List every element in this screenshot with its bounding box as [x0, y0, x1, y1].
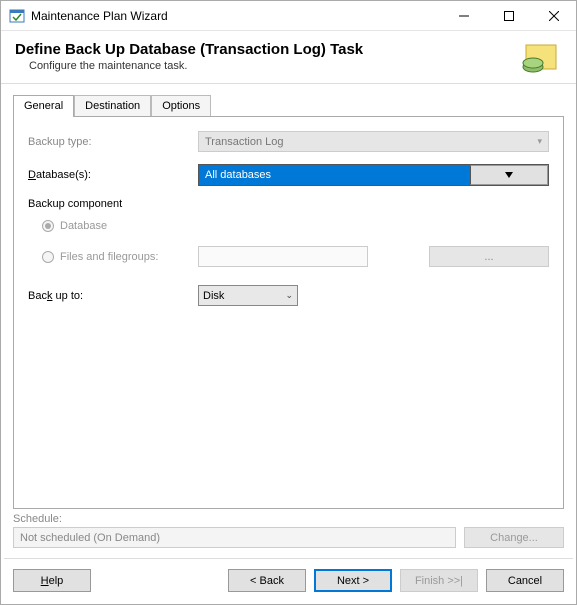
radio-database-label: Database [60, 220, 107, 232]
wizard-header: Define Back Up Database (Transaction Log… [1, 31, 576, 84]
chevron-down-icon: ▾ [537, 136, 542, 147]
radio-filegroups [42, 251, 54, 263]
app-icon [9, 8, 25, 24]
wizard-hero-icon [518, 41, 562, 75]
backup-to-value: Disk [203, 290, 224, 302]
schedule-label: Schedule: [13, 513, 564, 525]
window-controls [441, 1, 576, 30]
chevron-down-icon [505, 172, 513, 178]
minimize-icon [459, 11, 469, 21]
backup-type-label: Backup type: [28, 136, 198, 148]
maximize-icon [504, 11, 514, 21]
backup-to-select[interactable]: Disk ⌄ [198, 285, 298, 306]
wizard-footer: Help < Back Next > Finish >>| Cancel [1, 559, 576, 604]
next-button[interactable]: Next > [314, 569, 392, 592]
change-schedule-button: Change... [464, 527, 564, 548]
window-frame: Maintenance Plan Wizard Define Back Up D… [0, 0, 577, 605]
backup-type-select: Transaction Log ▾ [198, 131, 549, 152]
window-title: Maintenance Plan Wizard [31, 9, 441, 23]
filegroups-input [198, 246, 368, 267]
backup-component-label: Backup component [28, 198, 549, 210]
backup-type-value: Transaction Log [205, 136, 283, 148]
databases-label: Database(s): [28, 169, 198, 181]
tab-general[interactable]: General [13, 95, 74, 117]
help-button[interactable]: Help [13, 569, 91, 592]
radio-database [42, 220, 54, 232]
tab-destination[interactable]: Destination [74, 95, 151, 117]
finish-button: Finish >>| [400, 569, 478, 592]
schedule-input: Not scheduled (On Demand) [13, 527, 456, 548]
dropdown-button[interactable] [470, 165, 548, 185]
tab-options[interactable]: Options [151, 95, 211, 117]
backup-to-label: Back up to: [28, 290, 198, 302]
filegroups-browse-button: ... [429, 246, 549, 267]
schedule-section: Schedule: Not scheduled (On Demand) Chan… [1, 509, 576, 558]
page-subtitle: Configure the maintenance task. [29, 60, 518, 72]
radio-filegroups-label: Files and filegroups: [60, 251, 158, 263]
cancel-button[interactable]: Cancel [486, 569, 564, 592]
radio-database-row: Database [42, 220, 549, 232]
close-button[interactable] [531, 1, 576, 30]
page-title: Define Back Up Database (Transaction Log… [15, 41, 518, 58]
databases-value: All databases [199, 169, 470, 181]
minimize-button[interactable] [441, 1, 486, 30]
back-button[interactable]: < Back [228, 569, 306, 592]
maximize-button[interactable] [486, 1, 531, 30]
tabs: General Destination Options [13, 94, 564, 116]
databases-dropdown[interactable]: All databases [198, 164, 549, 186]
titlebar[interactable]: Maintenance Plan Wizard [1, 1, 576, 31]
close-icon [549, 11, 559, 21]
chevron-down-icon[interactable]: ⌄ [285, 290, 293, 301]
tab-panel-general: Backup type: Transaction Log ▾ Database(… [13, 116, 564, 509]
